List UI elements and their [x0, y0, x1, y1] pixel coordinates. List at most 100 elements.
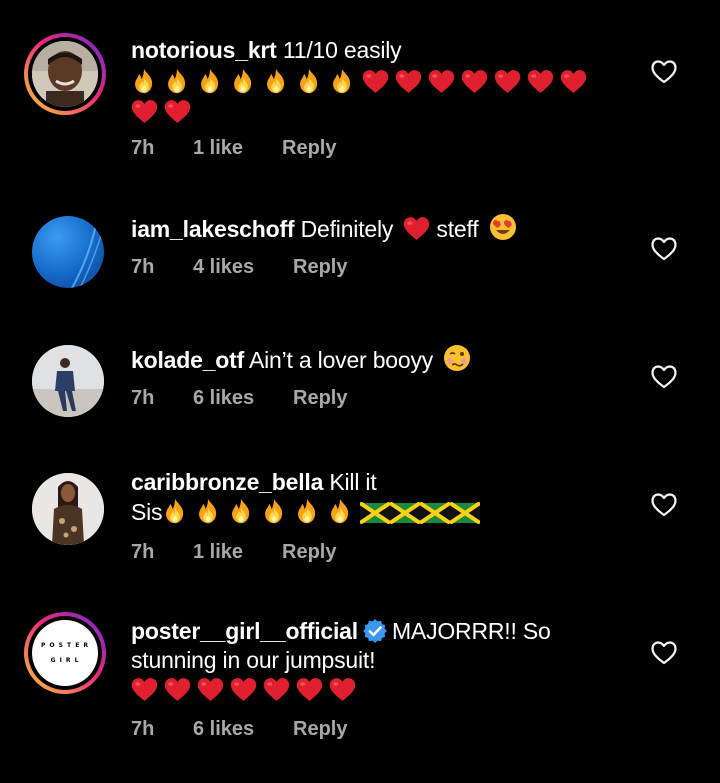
avatar: P O S T E R G I R L — [32, 620, 98, 686]
avatar-image — [32, 473, 104, 545]
comment-time: 7h — [131, 718, 155, 740]
comment-username[interactable]: notorious_krt — [131, 37, 277, 63]
red-heart-emoji-icon — [296, 677, 323, 702]
comment-time: 7h — [131, 137, 155, 159]
fire-emoji-icon — [230, 68, 256, 94]
comment-meta: 7h 1 like Reply — [131, 137, 336, 160]
comment-text: MAJORRR!! So — [391, 618, 551, 644]
avatar-image — [32, 345, 104, 417]
avatar[interactable] — [32, 473, 104, 545]
comment-text-line: Sis — [131, 497, 631, 527]
comment-text: Kill it — [329, 469, 377, 495]
avatar-logo-text: G I R L — [50, 657, 80, 664]
red-heart-emoji-icon — [395, 69, 422, 94]
avatar-story-ring[interactable]: P O S T E R G I R L — [24, 612, 106, 694]
red-heart-emoji-icon — [329, 677, 356, 702]
red-heart-emoji-icon — [164, 99, 191, 124]
comment-emoji-line — [162, 499, 480, 525]
comment-likes[interactable]: 6 likes — [193, 387, 293, 410]
red-heart-emoji-icon — [560, 69, 587, 94]
comment-time: 7h — [131, 256, 155, 278]
comment-body: kolade_otf Ain’t a lover booyy — [131, 344, 631, 375]
comment-body: caribbronze_bella Kill it Sis — [131, 468, 631, 527]
like-heart-icon[interactable] — [651, 493, 677, 517]
like-heart-icon[interactable] — [651, 365, 677, 389]
like-heart-icon[interactable] — [651, 60, 677, 84]
avatar-image — [32, 473, 104, 545]
red-heart-emoji-icon — [461, 69, 488, 94]
comment-time: 7h — [131, 541, 155, 563]
red-heart-emoji-icon — [494, 69, 521, 94]
comment-emoji-line — [131, 67, 631, 127]
comment-time: 7h — [131, 387, 155, 409]
red-heart-emoji-icon — [428, 69, 455, 94]
fire-emoji-icon — [327, 498, 353, 524]
avatar[interactable] — [32, 216, 104, 288]
comment-username[interactable]: poster__girl__official — [131, 618, 358, 644]
jamaica-flag-emoji-icon — [450, 502, 480, 524]
comment-likes[interactable]: 6 likes — [193, 718, 293, 741]
comment-likes[interactable]: 1 like — [193, 541, 282, 564]
comment-text: Definitely — [300, 216, 394, 242]
comment-username[interactable]: caribbronze_bella — [131, 469, 323, 495]
heart-eyes-emoji-icon — [489, 214, 516, 240]
comment-body: poster__girl__official MAJORRR!! So stun… — [131, 617, 631, 705]
like-heart-icon[interactable] — [651, 237, 677, 261]
jamaica-flag-emoji-icon — [420, 502, 450, 524]
fire-emoji-icon — [294, 498, 320, 524]
avatar[interactable] — [32, 345, 104, 417]
red-heart-emoji-icon — [131, 99, 158, 124]
red-heart-emoji-icon — [403, 216, 430, 241]
jamaica-flag-emoji-icon — [360, 502, 390, 524]
fire-emoji-icon — [296, 68, 322, 94]
avatar — [32, 41, 98, 107]
red-heart-emoji-icon — [164, 677, 191, 702]
comment-username[interactable]: kolade_otf — [131, 347, 244, 373]
red-heart-emoji-icon — [527, 69, 554, 94]
comment-text: Ain’t a lover booyy — [248, 347, 434, 373]
avatar-image — [32, 216, 104, 288]
comment-meta: 7h 4 likes Reply — [131, 256, 347, 279]
fire-emoji-icon — [263, 68, 289, 94]
fire-emoji-icon — [261, 498, 287, 524]
reply-button[interactable]: Reply — [282, 137, 336, 160]
jamaica-flag-emoji-icon — [390, 502, 420, 524]
red-heart-emoji-icon — [131, 677, 158, 702]
comment-meta: 7h 1 like Reply — [131, 541, 336, 564]
comment-body: iam_lakeschoff Definitely steff — [131, 213, 631, 244]
fire-emoji-icon — [228, 498, 254, 524]
comment-text: steff — [436, 216, 479, 242]
reply-button[interactable]: Reply — [293, 256, 347, 279]
comment-meta: 7h 6 likes Reply — [131, 718, 347, 741]
like-heart-icon[interactable] — [651, 641, 677, 665]
verified-badge-icon — [362, 619, 387, 643]
fire-emoji-icon — [329, 68, 355, 94]
avatar-image — [32, 345, 104, 417]
avatar-image — [71, 216, 104, 288]
comment-meta: 7h 6 likes Reply — [131, 387, 347, 410]
fire-emoji-icon — [195, 498, 221, 524]
comment-emoji-line — [131, 675, 631, 705]
red-heart-emoji-icon — [263, 677, 290, 702]
fire-emoji-icon — [131, 68, 157, 94]
fire-emoji-icon — [164, 68, 190, 94]
red-heart-emoji-icon — [230, 677, 257, 702]
fire-emoji-icon — [162, 498, 188, 524]
red-heart-emoji-icon — [197, 677, 224, 702]
comment-username[interactable]: iam_lakeschoff — [131, 216, 295, 242]
avatar-logo-text: P O S T E R — [40, 642, 90, 649]
red-heart-emoji-icon — [362, 69, 389, 94]
comment-likes[interactable]: 4 likes — [193, 256, 293, 279]
woozy-face-emoji-icon — [444, 345, 471, 371]
comment-text-line: stunning in our jumpsuit! — [131, 647, 376, 673]
reply-button[interactable]: Reply — [293, 387, 347, 410]
reply-button[interactable]: Reply — [282, 541, 336, 564]
avatar-story-ring[interactable] — [24, 33, 106, 115]
comment-likes[interactable]: 1 like — [193, 137, 282, 160]
comment-body: notorious_krt 11/10 easily — [131, 36, 631, 127]
avatar-image — [32, 41, 98, 107]
comment-text: 11/10 easily — [282, 37, 402, 63]
reply-button[interactable]: Reply — [293, 718, 347, 741]
fire-emoji-icon — [197, 68, 223, 94]
comment-text: Sis — [131, 499, 163, 525]
